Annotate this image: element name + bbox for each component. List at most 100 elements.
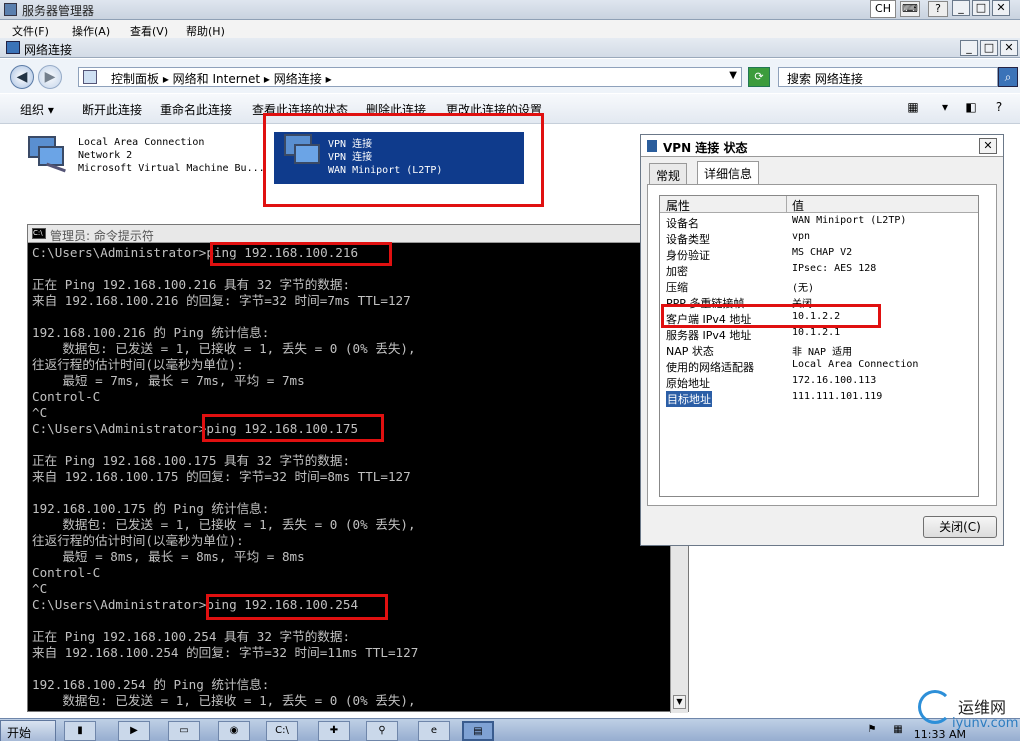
status-close-icon[interactable]: ✕ [979, 138, 997, 154]
breadcrumb[interactable]: 控制面板 ▸ 网络和 Internet ▸ 网络连接 ▸ [111, 70, 332, 87]
property-value: 172.16.100.113 [792, 375, 877, 386]
keyboard-icon[interactable]: ⌨ [900, 1, 920, 17]
network-folder-icon [6, 41, 20, 54]
property-row[interactable]: 设备类型 vpn [660, 230, 978, 246]
local-area-connection[interactable]: Local Area Connection Network 2 Microsof… [24, 136, 265, 176]
property-name: NAP 状态 [666, 345, 714, 358]
close-button[interactable]: ✕ [992, 0, 1010, 16]
cmd-icon: C:\ [32, 228, 46, 239]
property-row[interactable]: 压缩 (无) [660, 278, 978, 294]
disconnect-button[interactable]: 断开此连接 [82, 101, 142, 118]
cmd-line [32, 485, 668, 501]
server-manager-icon [4, 3, 17, 16]
connection-name: Local Area Connection [78, 137, 205, 148]
help-icon[interactable]: ? [928, 1, 948, 17]
view-options-icon[interactable]: ▦ [904, 100, 922, 116]
powershell-taskbar-icon[interactable]: ▶ [118, 721, 150, 741]
cmd-output[interactable]: C:\Users\Administrator>ping 192.168.100.… [32, 245, 668, 709]
language-indicator[interactable]: CH [870, 0, 896, 18]
refresh-button[interactable]: ⟳ [748, 67, 770, 87]
organize-menu[interactable]: 组织 ▾ [20, 101, 54, 118]
help-icon[interactable]: ? [990, 100, 1008, 116]
property-value: vpn [792, 231, 811, 242]
firefox-taskbar-icon[interactable]: ◉ [218, 721, 250, 741]
add-taskbar-icon[interactable]: ✚ [318, 721, 350, 741]
cmd-line: 最短 = 7ms, 最长 = 7ms, 平均 = 7ms [32, 373, 305, 388]
explorer-taskbar-icon[interactable]: ▭ [168, 721, 200, 741]
property-row[interactable]: NAP 状态 非 NAP 适用 [660, 342, 978, 358]
watermark-logo-icon [918, 690, 952, 724]
property-row[interactable]: 身份验证 MS CHAP V2 [660, 246, 978, 262]
highlight-box-ping-3 [206, 594, 388, 620]
network-taskbar-icon[interactable]: ▤ [462, 721, 494, 741]
preview-pane-icon[interactable]: ◧ [962, 100, 980, 116]
tray-icon-1[interactable]: ⚑ [862, 721, 882, 741]
property-name: 设备类型 [666, 233, 710, 246]
menu-help[interactable]: 帮助(H) [186, 23, 225, 39]
connection-device: Microsoft Virtual Machine Bu... [78, 163, 265, 174]
netwin-minimize-button[interactable]: _ [960, 40, 978, 56]
close-button[interactable]: 关闭(C) [923, 516, 997, 538]
property-value: WAN Miniport (L2TP) [792, 215, 907, 226]
ie-taskbar-icon[interactable]: e [418, 721, 450, 741]
highlight-box-ping-2 [202, 414, 384, 442]
search-icon[interactable]: ⌕ [998, 67, 1018, 87]
start-button[interactable]: 开始 [0, 720, 56, 741]
netwin-close-button[interactable]: ✕ [1000, 40, 1018, 56]
menu-file[interactable]: 文件(F) [12, 23, 49, 39]
server-manager-menubar: 文件(F) 操作(A) 查看(V) 帮助(H) [0, 20, 1020, 38]
cmd-line: 正在 Ping 192.168.100.175 具有 32 字节的数据: [32, 453, 351, 468]
tab-general[interactable]: 常规 [649, 163, 688, 184]
column-property[interactable]: 属性 [666, 197, 690, 214]
property-row[interactable]: 加密 IPsec: AES 128 [660, 262, 978, 278]
tray-icon-2[interactable]: ▦ [888, 721, 908, 741]
property-row[interactable]: 服务器 IPv4 地址 10.1.2.1 [660, 326, 978, 342]
property-value: Local Area Connection [792, 359, 919, 370]
property-value: IPsec: AES 128 [792, 263, 877, 274]
address-box[interactable]: 控制面板 ▸ 网络和 Internet ▸ 网络连接 ▸ ▼ [78, 67, 742, 87]
watermark-text-1: 运维网 [958, 698, 1007, 717]
cmd-line [32, 309, 668, 325]
cmd-line: 往返行程的估计时间(以毫秒为单位): [32, 533, 244, 548]
property-row[interactable]: 设备名 WAN Miniport (L2TP) [660, 214, 978, 230]
property-name: 设备名 [666, 217, 699, 230]
property-name: 服务器 IPv4 地址 [666, 329, 752, 342]
property-name: 压缩 [666, 281, 688, 294]
address-dropdown-icon[interactable]: ▼ [729, 70, 737, 81]
highlight-box-client-ip [661, 304, 881, 328]
cmd-line: 数据包: 已发送 = 1, 已接收 = 1, 丢失 = 0 (0% 丢失), [32, 517, 416, 532]
cmd-line: 往返行程的估计时间(以毫秒为单位): [32, 357, 244, 372]
property-row[interactable]: 目标地址 111.111.101.119 [660, 390, 978, 407]
server-manager-titlebar: 服务器管理器 CH ⌨ ? _ □ ✕ [0, 0, 1020, 20]
property-name: 加密 [666, 265, 688, 278]
property-row[interactable]: 使用的网络适配器 Local Area Connection [660, 358, 978, 374]
scroll-down-icon[interactable]: ▼ [673, 695, 686, 709]
network-adapter-icon [24, 136, 66, 173]
property-value: 10.1.2.1 [792, 327, 841, 338]
back-button[interactable]: ◀ [10, 65, 34, 89]
view-dropdown-icon[interactable]: ▾ [936, 100, 954, 116]
property-row[interactable]: 原始地址 172.16.100.113 [660, 374, 978, 390]
column-value[interactable]: 值 [792, 197, 804, 214]
command-prompt-window[interactable]: C:\ 管理员: 命令提示符 C:\Users\Administrator>pi… [27, 224, 689, 713]
maximize-button[interactable]: □ [972, 0, 990, 16]
cmd-line: Control-C [32, 565, 101, 580]
forward-button[interactable]: ▶ [38, 65, 62, 89]
details-list[interactable]: 属性 值 设备名 WAN Miniport (L2TP) 设备类型 vpn 身份验证 MS… [659, 195, 979, 497]
rename-button[interactable]: 重命名此连接 [160, 101, 232, 118]
cmd-line: 来自 192.168.100.216 的回复: 字节=32 时间=7ms TTL… [32, 293, 411, 308]
cmd-taskbar-icon[interactable]: C:\ [266, 721, 298, 741]
netwin-maximize-button[interactable]: □ [980, 40, 998, 56]
property-value: (无) [792, 283, 815, 294]
tab-details[interactable]: 详细信息 [697, 161, 760, 185]
cmd-line: 正在 Ping 192.168.100.216 具有 32 字节的数据: [32, 277, 351, 292]
menu-view[interactable]: 查看(V) [130, 23, 168, 39]
menu-action[interactable]: 操作(A) [72, 23, 110, 39]
search-input[interactable]: 搜索 网络连接 [778, 67, 998, 87]
vpn-status-icon [647, 140, 657, 152]
search-taskbar-icon[interactable]: ⚲ [366, 721, 398, 741]
minimize-button[interactable]: _ [952, 0, 970, 16]
netwin-titlebar: 网络连接 _ □ ✕ [0, 38, 1020, 58]
vpn-status-dialog: VPN 连接 状态 ✕ 常规 详细信息 属性 值 设备名 WAN Miniport… [640, 134, 1004, 546]
server-manager-taskbar-icon[interactable]: ▮ [64, 721, 96, 741]
